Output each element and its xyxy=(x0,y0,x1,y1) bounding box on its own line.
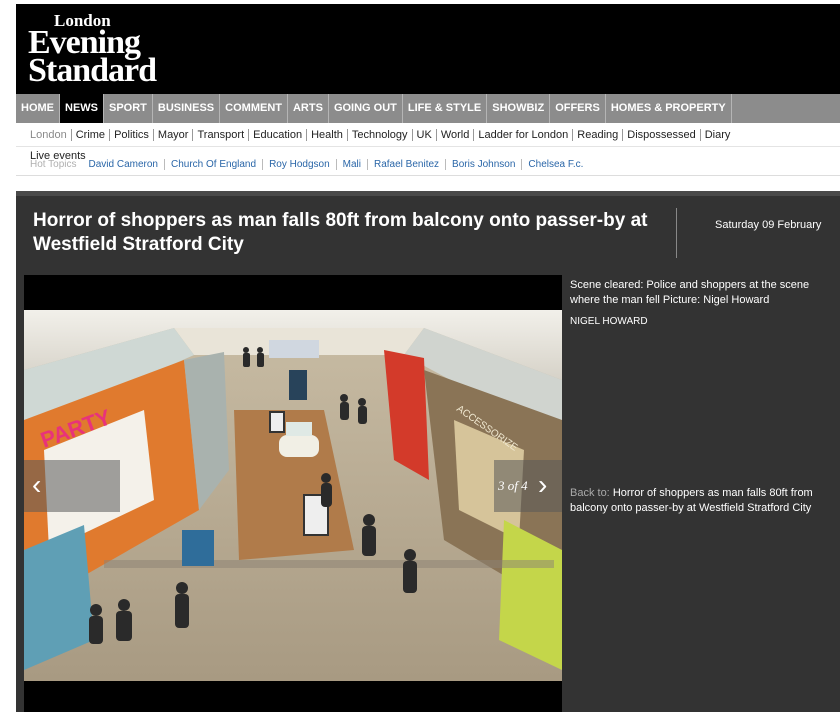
sub-nav-item[interactable]: Transport xyxy=(193,128,250,141)
main-nav: HOME NEWS SPORT BUSINESS COMMENT ARTS GOING OU… xyxy=(16,94,840,123)
main-nav-item[interactable]: OFFERS xyxy=(550,94,606,123)
gallery-prev-button[interactable]: ‹ xyxy=(24,460,120,512)
main-nav-item[interactable]: NEWS xyxy=(60,94,104,123)
hot-topics-list: David Cameron Church Of England Roy Hodgso… xyxy=(83,159,590,170)
hot-topic-link[interactable]: Church Of England xyxy=(165,159,264,170)
main-nav-item[interactable]: GOING OUT xyxy=(329,94,403,123)
sub-nav-item[interactable]: Politics xyxy=(110,128,154,141)
main-nav-item[interactable]: SPORT xyxy=(104,94,153,123)
hot-topic-link[interactable]: Roy Hodgson xyxy=(263,159,337,170)
main-nav-item[interactable]: BUSINESS xyxy=(153,94,221,123)
sub-nav: London Crime Politics Mayor Transport Educati… xyxy=(16,123,840,147)
hot-topic-link[interactable]: Mali xyxy=(337,159,368,170)
main-nav-item[interactable]: HOME xyxy=(16,94,60,123)
back-to-label: Back to: xyxy=(570,487,610,499)
sub-nav-item[interactable]: Dispossessed xyxy=(623,128,701,141)
main-nav-item[interactable]: ARTS xyxy=(288,94,329,123)
article-headline: Horror of shoppers as man falls 80ft fro… xyxy=(33,210,648,255)
main-nav-item[interactable]: LIFE & STYLE xyxy=(403,94,488,123)
article-gallery-panel: Horror of shoppers as man falls 80ft fro… xyxy=(16,191,840,712)
chevron-right-icon: › xyxy=(538,469,548,500)
back-to-article: Back to: Horror of shoppers as man falls… xyxy=(570,486,836,516)
sub-nav-item[interactable]: Diary xyxy=(701,129,735,141)
live-events-link[interactable]: Live events xyxy=(30,150,86,162)
photo-credit: NIGEL HOWARD xyxy=(570,316,648,327)
main-nav-item[interactable]: SHOWBIZ xyxy=(487,94,551,123)
sub-nav-item[interactable]: Ladder for London xyxy=(474,128,574,141)
sub-nav-item[interactable]: Crime xyxy=(72,128,111,141)
sub-nav-item[interactable]: UK xyxy=(413,128,437,141)
masthead: London Evening Standard xyxy=(16,4,840,94)
article-date: Saturday 09 February xyxy=(715,219,822,231)
chevron-left-icon: ‹ xyxy=(32,469,42,500)
hot-topic-link[interactable]: Chelsea F.c. xyxy=(522,159,589,170)
sub-nav-item[interactable]: Mayor xyxy=(154,128,194,141)
gallery-next-button[interactable]: 3 of 4 › xyxy=(494,460,562,512)
sub-nav-item[interactable]: Health xyxy=(307,128,348,141)
site-logo[interactable]: London Evening Standard xyxy=(28,12,157,89)
hot-topics-bar: Hot Topics David Cameron Church Of Englan… xyxy=(16,154,840,176)
sub-nav-item[interactable]: London xyxy=(26,128,72,141)
sub-nav-item[interactable]: Reading xyxy=(573,128,624,141)
gallery-counter: 3 of 4 xyxy=(498,478,528,493)
sub-nav-item[interactable]: World xyxy=(437,128,475,141)
logo-standard: Standard xyxy=(28,52,157,89)
sub-nav-item[interactable]: Education xyxy=(249,128,308,141)
hot-topic-link[interactable]: Rafael Benitez xyxy=(368,159,447,170)
gallery-frame: PARTY ACCESSORIZE ‹ 3 of 4 › xyxy=(24,275,562,712)
hot-topic-link[interactable]: Boris Johnson xyxy=(446,159,523,170)
headline-divider xyxy=(676,208,677,258)
photo-caption: Scene cleared: Police and shoppers at th… xyxy=(570,279,810,306)
hot-topic-link[interactable]: David Cameron xyxy=(83,159,165,170)
main-nav-item[interactable]: COMMENT xyxy=(220,94,288,123)
sub-nav-item[interactable]: Technology xyxy=(348,128,413,141)
main-nav-item[interactable]: HOMES & PROPERTY xyxy=(606,94,732,123)
